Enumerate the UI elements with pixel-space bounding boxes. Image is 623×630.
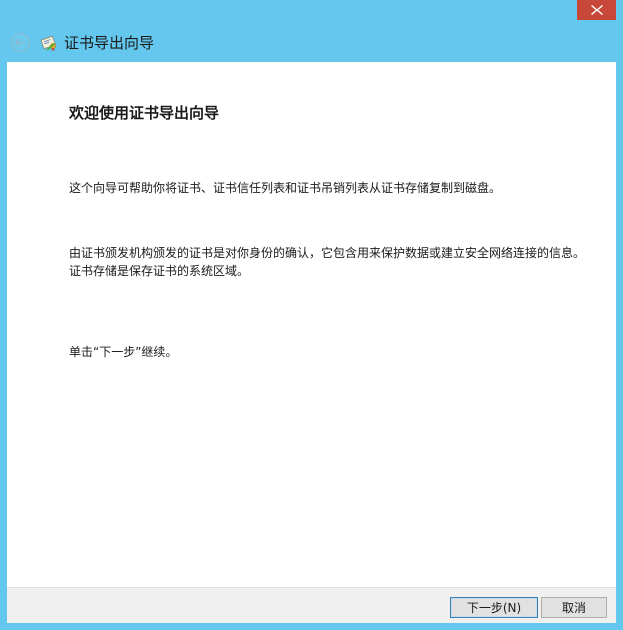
page-heading: 欢迎使用证书导出向导 [69,104,220,122]
wizard-window: 证书导出向导 欢迎使用证书导出向导 这个向导可帮助你将证书、证书信任列表和证书吊… [0,0,623,630]
instruction-paragraph: 单击“下一步”继续。 [69,345,178,359]
window-title: 证书导出向导 [64,34,155,52]
description-paragraph-1: 这个向导可帮助你将证书、证书信任列表和证书吊销列表从证书存储复制到磁盘。 [69,181,502,195]
back-arrow-icon [15,38,26,47]
wizard-header: 证书导出向导 [0,28,623,58]
cancel-button[interactable]: 取消 [541,597,607,618]
back-button[interactable] [11,33,30,52]
description-paragraph-2: 由证书颁发机构颁发的证书是对你身份的确认，它包含用来保护数据或建立安全网络连接的… [69,246,586,278]
close-icon [590,5,603,15]
wizard-content: 欢迎使用证书导出向导 这个向导可帮助你将证书、证书信任列表和证书吊销列表从证书存… [7,62,616,587]
wizard-footer: 下一步(N) 取消 [7,587,616,623]
close-button[interactable] [577,0,616,20]
certificate-icon [40,35,56,51]
next-button[interactable]: 下一步(N) [450,597,538,618]
